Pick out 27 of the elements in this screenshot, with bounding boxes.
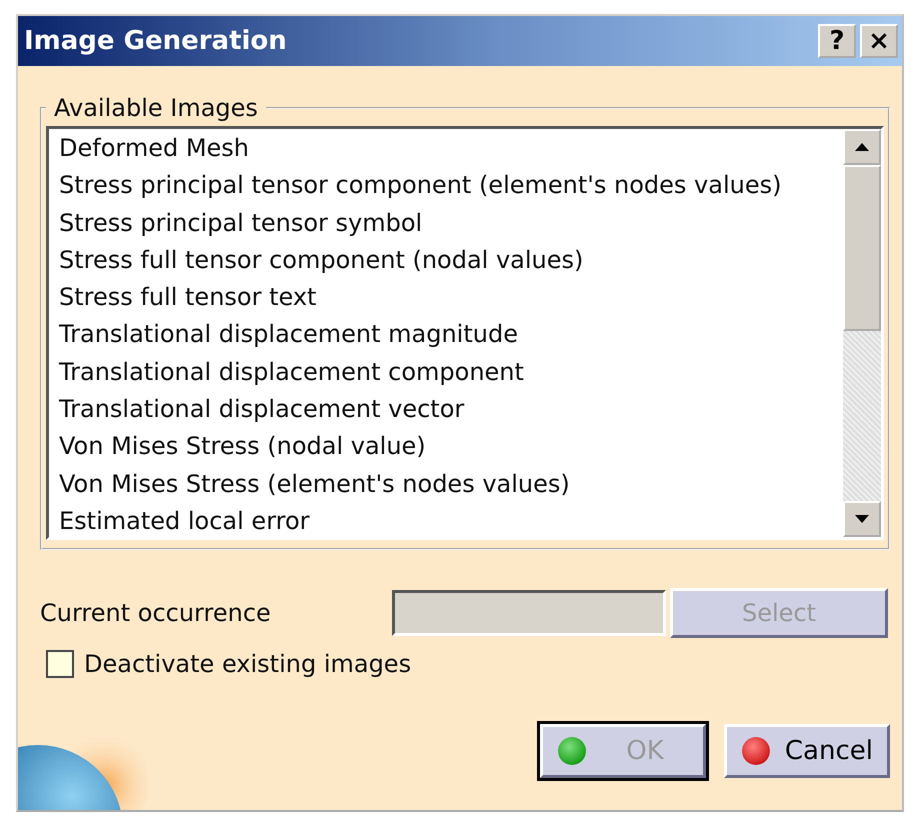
group-legend: Available Images [46, 94, 266, 122]
scroll-bar[interactable] [843, 129, 881, 537]
list-item[interactable]: Stress full tensor text [59, 279, 833, 316]
list-item[interactable]: Translational displacement vector [59, 391, 833, 428]
scroll-down-button[interactable] [843, 501, 881, 537]
help-button[interactable]: ? [818, 24, 856, 58]
list-item[interactable]: Translational displacement magnitude [59, 316, 833, 354]
list-item[interactable]: Deformed Mesh [59, 130, 833, 168]
close-button[interactable]: × [860, 24, 898, 58]
cancel-button[interactable]: Cancel [724, 724, 890, 778]
window-title: Image Generation [24, 26, 287, 56]
scroll-thumb[interactable] [843, 165, 881, 331]
down-arrow-icon [855, 515, 869, 523]
list-item[interactable]: Stress principal tensor symbol [59, 204, 833, 242]
list-item[interactable]: Stress full tensor component (nodal values) [59, 242, 833, 280]
checkbox-label: Deactivate existing images [84, 650, 412, 678]
list-item[interactable]: Stress principal tensor component (element's nodes values) [59, 167, 833, 205]
list-item[interactable]: Estimated local error [59, 502, 833, 537]
scroll-up-button[interactable] [843, 129, 881, 165]
ball-icon [741, 736, 771, 766]
up-arrow-icon [855, 143, 869, 151]
checkbox[interactable] [46, 650, 74, 678]
ball-icon [557, 736, 587, 766]
list-item[interactable]: Von Mises Stress (element's nodes values) [59, 466, 833, 503]
occurrence-label: Current occurrence [40, 599, 272, 627]
list-item[interactable]: Translational displacement component [59, 354, 833, 392]
list-item[interactable]: Von Mises Stress (nodal value) [59, 428, 833, 466]
